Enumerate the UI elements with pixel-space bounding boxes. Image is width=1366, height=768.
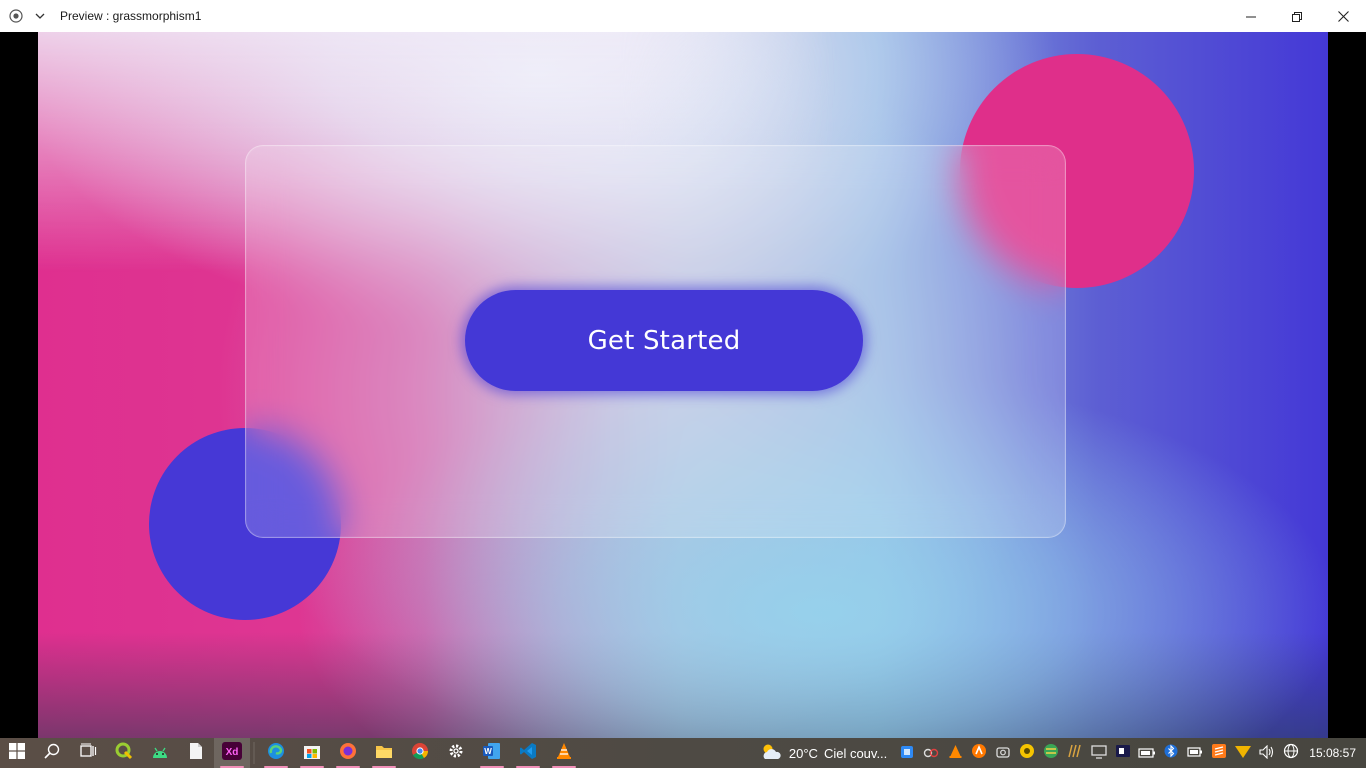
tray-app-dark[interactable] xyxy=(1111,738,1135,768)
taskbar-qgis[interactable] xyxy=(106,738,142,768)
file-explorer-icon xyxy=(375,743,393,763)
driver-app-icon xyxy=(1019,743,1035,763)
tray-app-yellow[interactable] xyxy=(1015,738,1039,768)
tray-app-link[interactable] xyxy=(919,738,943,768)
wifi-icon xyxy=(1234,744,1252,763)
vlc-tray-icon xyxy=(949,744,962,763)
task-view-icon xyxy=(79,743,97,763)
window-titlebar: Preview : grassmorphism1 xyxy=(0,0,1366,32)
tray-avast[interactable] xyxy=(967,738,991,768)
taskbar-file[interactable] xyxy=(178,738,214,768)
bluetooth-icon xyxy=(1164,743,1178,763)
tray-vlc[interactable] xyxy=(943,738,967,768)
restore-icon xyxy=(1292,7,1302,26)
minimize-button[interactable] xyxy=(1228,0,1274,32)
display-icon xyxy=(1091,744,1107,763)
power-plan-icon xyxy=(1187,744,1203,763)
chrome-icon xyxy=(411,742,429,764)
taskbar-adobe-xd[interactable]: Xd xyxy=(214,738,250,768)
file-icon xyxy=(189,742,203,764)
search-icon xyxy=(44,743,60,763)
avast-icon xyxy=(971,743,987,763)
android-studio-icon xyxy=(151,744,169,763)
get-started-label: Get Started xyxy=(587,325,741,356)
tray-display[interactable] xyxy=(1087,738,1111,768)
taskbar-task-view[interactable] xyxy=(70,738,106,768)
sublime-icon xyxy=(1211,743,1227,763)
taskbar-android-studio[interactable] xyxy=(142,738,178,768)
weather-condition: Ciel couv... xyxy=(823,745,888,761)
taskbar-vscode[interactable] xyxy=(510,738,546,768)
close-button[interactable] xyxy=(1320,0,1366,32)
chevron-down-icon[interactable] xyxy=(32,8,48,24)
minimize-icon xyxy=(1246,7,1256,26)
tray-app-blue[interactable] xyxy=(895,738,919,768)
restore-button[interactable] xyxy=(1274,0,1320,32)
volume-icon xyxy=(1259,744,1275,763)
tray-app-lines[interactable] xyxy=(1063,738,1087,768)
word-icon: W xyxy=(483,742,501,764)
cloudy-weather-icon xyxy=(759,743,783,764)
network-app-icon xyxy=(1043,743,1059,763)
system-tray: 20°C Ciel couv... 15:08:57 xyxy=(759,738,1366,768)
weather-temperature: 20°C xyxy=(788,745,818,761)
notes-app-icon xyxy=(900,744,914,763)
tray-power[interactable] xyxy=(1183,738,1207,768)
tray-camera[interactable] xyxy=(991,738,1015,768)
get-started-button[interactable]: Get Started xyxy=(465,290,863,391)
word-label: W xyxy=(484,747,492,756)
taskbar-separator xyxy=(253,742,255,764)
weather-widget[interactable]: 20°C Ciel couv... xyxy=(759,743,887,764)
window-title: Preview : grassmorphism1 xyxy=(60,9,202,23)
close-icon xyxy=(1337,7,1349,26)
adobe-xd-icon: Xd xyxy=(222,742,242,764)
adobe-xd-label: Xd xyxy=(226,747,239,758)
taskbar-file-explorer[interactable] xyxy=(366,738,402,768)
link-app-icon xyxy=(923,744,939,763)
taskbar-settings[interactable] xyxy=(438,738,474,768)
winamp-icon xyxy=(1067,743,1083,763)
taskbar-clock[interactable]: 15:08:57 xyxy=(1309,746,1356,760)
tray-language[interactable] xyxy=(1279,738,1303,768)
app-menu-icon[interactable] xyxy=(8,8,24,24)
taskbar-search[interactable] xyxy=(34,738,70,768)
battery-icon xyxy=(1138,744,1156,763)
tray-bluetooth[interactable] xyxy=(1159,738,1183,768)
presenter-icon xyxy=(1115,743,1131,763)
taskbar-word[interactable]: W xyxy=(474,738,510,768)
settings-icon xyxy=(448,743,464,763)
vscode-icon xyxy=(519,742,537,764)
artboard-canvas: Get Started xyxy=(38,32,1328,738)
start-button[interactable] xyxy=(0,738,34,768)
taskbar: Xd W 20°C Ciel couv... 15:08:57 xyxy=(0,738,1366,768)
camera-icon xyxy=(996,744,1010,763)
glass-card: Get Started xyxy=(245,145,1066,538)
firefox-icon xyxy=(339,742,357,764)
windows-logo-icon xyxy=(9,743,25,763)
taskbar-edge[interactable] xyxy=(258,738,294,768)
taskbar-vlc[interactable] xyxy=(546,738,582,768)
taskbar-chrome[interactable] xyxy=(402,738,438,768)
qgis-icon xyxy=(115,742,133,764)
tray-volume[interactable] xyxy=(1255,738,1279,768)
taskbar-firefox[interactable] xyxy=(330,738,366,768)
vlc-icon xyxy=(556,742,572,764)
globe-icon xyxy=(1283,743,1299,763)
microsoft-store-icon xyxy=(303,742,321,764)
tray-app-orange[interactable] xyxy=(1207,738,1231,768)
taskbar-microsoft-store[interactable] xyxy=(294,738,330,768)
edge-icon xyxy=(267,742,285,764)
tray-wifi[interactable] xyxy=(1231,738,1255,768)
tray-app-globe[interactable] xyxy=(1039,738,1063,768)
tray-battery[interactable] xyxy=(1135,738,1159,768)
